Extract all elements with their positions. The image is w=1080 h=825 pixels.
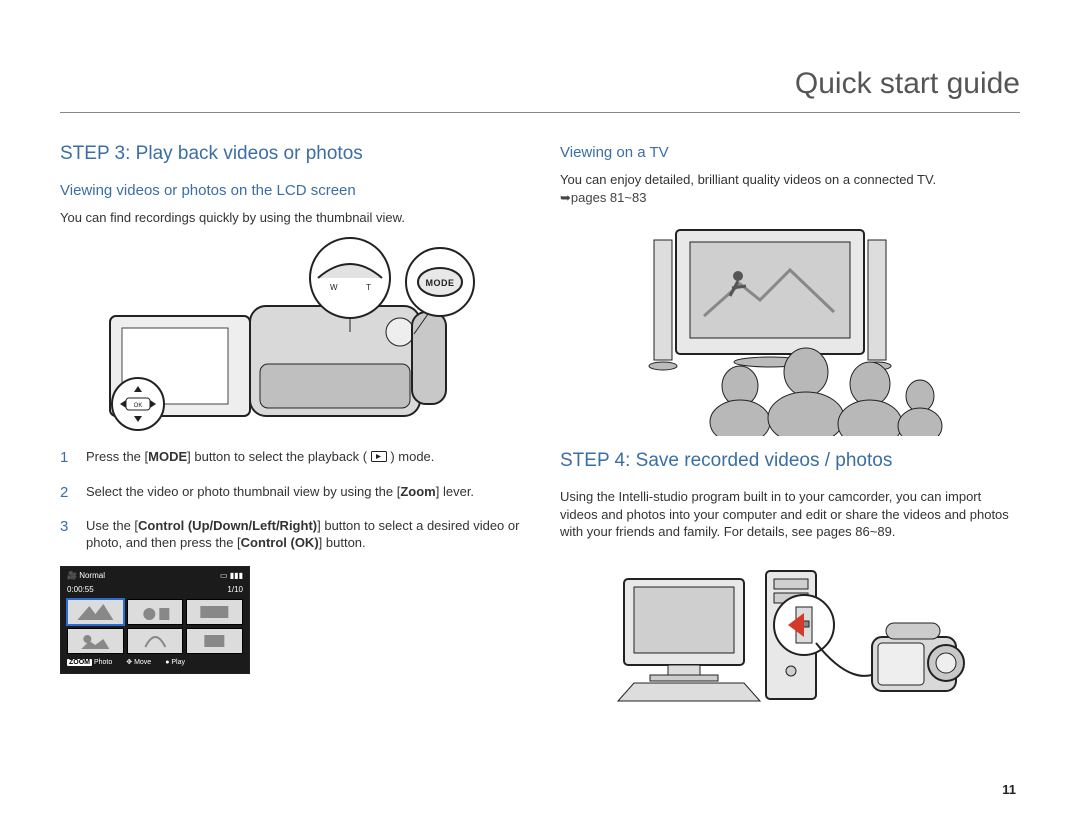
lcd-bottom-row: ZOOM Photo ✥ Move ● Play [67,658,243,667]
page-header: Quick start guide [60,40,1020,113]
lcd-count: 1/10 [227,585,243,596]
svg-text:T: T [366,283,371,292]
lcd-time-row: 0:00:55 1/10 [67,585,243,596]
step-text: Press the [MODE] button to select the pl… [86,448,434,468]
lcd-play: ● Play [165,658,185,667]
thumbnail [127,599,184,625]
playback-icon [371,451,387,462]
mode-label: MODE [426,278,455,288]
right-column: Viewing on a TV You can enjoy detailed, … [560,141,1020,729]
manual-page: Quick start guide STEP 3: Play back vide… [0,0,1080,825]
lcd-top-row: 🎥 Normal ▭ ▮▮▮ [67,571,243,582]
camcorder-svg: OK W T [100,236,480,436]
svg-text:W: W [330,283,338,292]
page-number: 11 [1002,781,1016,799]
svg-text:OK: OK [134,403,143,409]
step4-heading: STEP 4: Save recorded videos / photos [560,448,1020,474]
step3-subheading: Viewing videos or photos on the LCD scre… [60,181,520,201]
step-number: 1 [60,448,74,468]
list-item: 2 Select the video or photo thumbnail vi… [60,483,520,503]
viewing-tv-heading: Viewing on a TV [560,143,1020,163]
lcd-time: 0:00:55 [67,585,94,596]
thumbnail-selected [67,599,124,625]
lcd-move: ✥ Move [126,658,151,667]
left-column: STEP 3: Play back videos or photos Viewi… [60,141,520,729]
thumbnail [67,628,124,654]
step-number: 2 [60,483,74,503]
list-item: 1 Press the [MODE] button to select the … [60,448,520,468]
step4-text: Using the Intelli-studio program built i… [560,488,1020,541]
step3-intro: You can find recordings quickly by using… [60,209,520,227]
step-text: Select the video or photo thumbnail view… [86,483,474,503]
two-column-layout: STEP 3: Play back videos or photos Viewi… [60,141,1020,729]
tv-family-illustration [560,216,1020,436]
step-number: 3 [60,517,74,552]
page-title: Quick start guide [795,64,1020,105]
computer-transfer-illustration [560,551,1020,721]
lcd-thumbnails [67,599,243,654]
step-text: Use the [Control (Up/Down/Left/Right)] b… [86,517,520,552]
lcd-zoom: ZOOM Photo [67,658,112,667]
thumbnail [186,599,243,625]
list-item: 3 Use the [Control (Up/Down/Left/Right)]… [60,517,520,552]
thumbnail [127,628,184,654]
step3-list: 1 Press the [MODE] button to select the … [60,448,520,552]
thumbnail [186,628,243,654]
step3-heading: STEP 3: Play back videos or photos [60,141,520,167]
lcd-screen-mock: 🎥 Normal ▭ ▮▮▮ 0:00:55 1/10 [60,566,250,674]
lcd-normal-label: 🎥 Normal [67,571,105,582]
lcd-battery-icon: ▭ ▮▮▮ [220,571,243,582]
viewing-tv-ref: ➥pages 81~83 [560,190,646,205]
camcorder-illustration: OK W T [60,236,520,436]
viewing-tv-text: You can enjoy detailed, brilliant qualit… [560,171,1020,206]
